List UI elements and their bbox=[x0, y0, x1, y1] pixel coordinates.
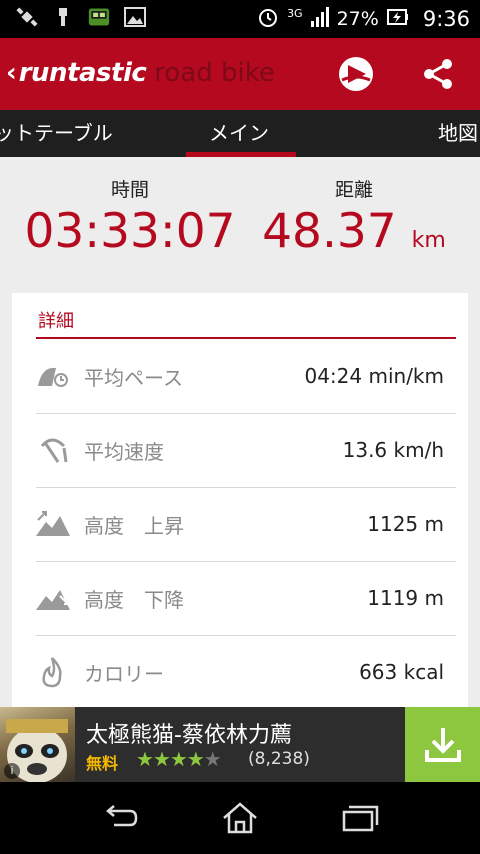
satellite-icon bbox=[16, 6, 38, 28]
ad-rating-stars: ★★★★★ bbox=[136, 747, 222, 771]
details-card: 詳細 平均ペース 04:24 min/km 平均速度 13.6 km/h 高度 … bbox=[12, 293, 468, 707]
home-button[interactable] bbox=[218, 796, 262, 840]
ad-rating-count: (8,238) bbox=[248, 749, 310, 769]
network-type: 3G bbox=[287, 6, 303, 20]
tab-bar: ットテーブル メイン 地図 bbox=[0, 110, 480, 157]
ad-title: 太極熊猫-蔡依林力薦 bbox=[86, 723, 292, 748]
row-label: 高度 下降 bbox=[84, 588, 184, 612]
ad-app-image[interactable]: i bbox=[0, 707, 75, 782]
back-button[interactable] bbox=[98, 796, 142, 840]
detail-row-calories[interactable]: カロリー 663 kcal bbox=[36, 636, 456, 707]
detail-row-pace[interactable]: 平均ペース 04:24 min/km bbox=[36, 340, 456, 414]
usb-icon bbox=[52, 6, 74, 28]
row-value: 1119 m bbox=[367, 586, 444, 610]
back-chevron-icon[interactable]: ‹ bbox=[6, 58, 17, 88]
recent-apps-icon bbox=[342, 805, 379, 832]
main-content: 時間 03:33:07 距離 48.37 km 詳細 平均ペース 04:24 m… bbox=[0, 157, 480, 707]
star-icon: ★ bbox=[186, 747, 205, 771]
star-icon: ★ bbox=[169, 747, 188, 771]
battery-percent: 27% bbox=[336, 8, 379, 30]
play-circle-icon bbox=[339, 57, 373, 91]
row-label: 平均ペース bbox=[84, 366, 183, 390]
ad-download-button[interactable] bbox=[405, 707, 480, 782]
system-nav-bar bbox=[0, 782, 480, 854]
row-label: 平均速度 bbox=[84, 440, 164, 464]
distance-label: 距離 bbox=[334, 179, 373, 201]
brand-subtitle: road bike bbox=[154, 58, 275, 88]
row-value: 1125 m bbox=[367, 512, 444, 536]
time-label: 時間 bbox=[110, 179, 149, 201]
row-value: 663 kcal bbox=[359, 660, 444, 684]
brand-logo[interactable]: ‹ runtastic road bike bbox=[6, 58, 275, 88]
app-bar: ‹ runtastic road bike bbox=[0, 38, 480, 110]
ad-info-icon[interactable]: i bbox=[4, 763, 20, 779]
home-icon bbox=[223, 802, 257, 834]
clock: 9:36 bbox=[422, 7, 470, 31]
play-route-button[interactable] bbox=[330, 48, 382, 100]
distance-stat: 距離 48.37 km bbox=[254, 175, 454, 269]
detail-row-elevation-loss[interactable]: 高度 下降 1119 m bbox=[36, 562, 456, 636]
pace-icon bbox=[36, 360, 72, 392]
distance-unit: km bbox=[411, 228, 446, 253]
elevation-loss-icon bbox=[36, 582, 72, 614]
tab-map[interactable]: 地図 bbox=[438, 110, 478, 157]
flame-icon bbox=[36, 656, 72, 688]
elevation-gain-icon bbox=[36, 508, 72, 540]
status-bar: 3G 27% 9:36 bbox=[0, 0, 480, 38]
row-label: カロリー bbox=[84, 662, 164, 686]
star-icon: ★ bbox=[152, 747, 171, 771]
row-value: 04:24 min/km bbox=[304, 364, 444, 388]
row-label: 高度 上昇 bbox=[84, 514, 184, 538]
image-icon bbox=[124, 6, 146, 28]
share-button[interactable] bbox=[412, 48, 464, 100]
train-app-icon bbox=[88, 6, 110, 28]
battery-charging-icon bbox=[386, 8, 409, 31]
back-icon bbox=[106, 805, 138, 827]
download-icon bbox=[424, 727, 461, 762]
speedometer-icon bbox=[36, 434, 72, 466]
distance-value: 48.37 bbox=[262, 204, 397, 259]
details-divider bbox=[36, 337, 456, 339]
time-stat: 時間 03:33:07 bbox=[20, 175, 240, 260]
details-title: 詳細 bbox=[38, 311, 74, 332]
ad-banner[interactable]: i 太極熊猫-蔡依林力薦 無料 ★★★★★ (8,238) bbox=[0, 707, 480, 782]
distance-value-wrap: 48.37 km bbox=[254, 204, 454, 269]
share-icon bbox=[424, 59, 452, 89]
tab-main[interactable]: メイン bbox=[209, 110, 269, 157]
ad-price: 無料 bbox=[86, 754, 119, 773]
detail-row-speed[interactable]: 平均速度 13.6 km/h bbox=[36, 414, 456, 488]
star-icon: ★ bbox=[136, 747, 154, 771]
detail-row-elevation-gain[interactable]: 高度 上昇 1125 m bbox=[36, 488, 456, 562]
recent-apps-button[interactable] bbox=[338, 796, 382, 840]
time-value: 03:33:07 bbox=[24, 204, 236, 259]
alarm-icon bbox=[257, 6, 279, 33]
brand-name: runtastic bbox=[18, 58, 147, 88]
tab-split-table[interactable]: ットテーブル bbox=[0, 110, 113, 157]
signal-icon bbox=[310, 6, 329, 32]
row-value: 13.6 km/h bbox=[342, 438, 444, 462]
star-empty-icon: ★ bbox=[203, 747, 222, 771]
